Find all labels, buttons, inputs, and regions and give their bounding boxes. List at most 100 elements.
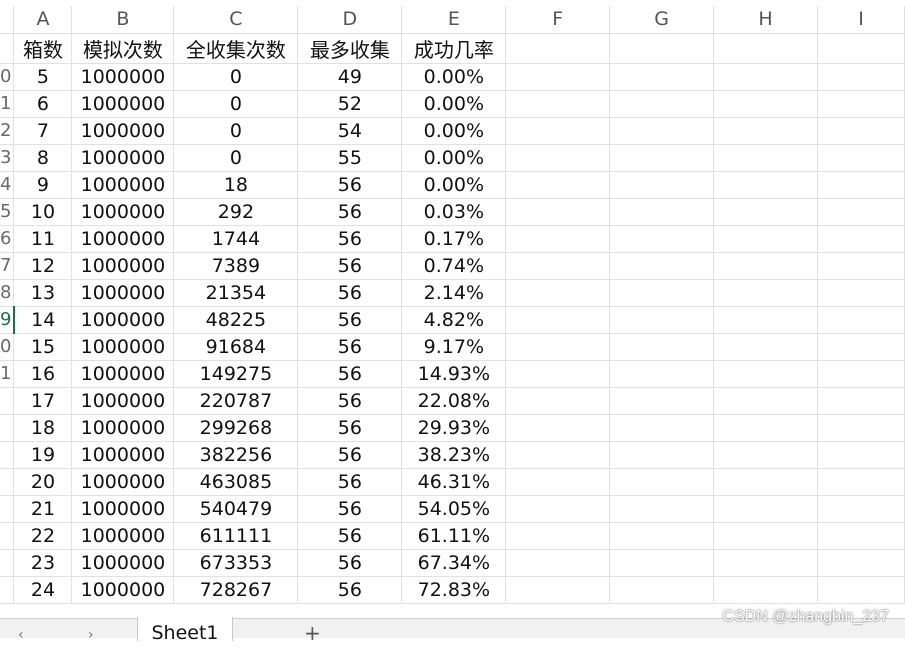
empty-cell[interactable] — [609, 360, 715, 388]
column-header-g[interactable]: G — [609, 6, 715, 34]
empty-cell[interactable] — [609, 225, 715, 253]
row-header[interactable]: 0 — [0, 333, 15, 361]
data-cell[interactable]: 13 — [13, 279, 73, 307]
data-cell[interactable]: 1000000 — [71, 522, 175, 550]
empty-cell[interactable] — [505, 387, 611, 415]
data-cell[interactable]: 67.34% — [401, 549, 507, 577]
empty-cell[interactable] — [817, 495, 905, 523]
column-header-f[interactable]: F — [505, 6, 611, 34]
row-header[interactable]: 9 — [0, 306, 15, 334]
data-cell[interactable]: 18 — [13, 414, 73, 442]
data-cell[interactable]: 0 — [173, 90, 299, 118]
empty-cell[interactable] — [817, 360, 905, 388]
data-cell[interactable]: 540479 — [173, 495, 299, 523]
empty-cell[interactable] — [505, 279, 611, 307]
data-cell[interactable]: 1000000 — [71, 198, 175, 226]
data-cell[interactable]: 15 — [13, 333, 73, 361]
column-header-h[interactable]: H — [713, 6, 818, 34]
row-header[interactable]: 0 — [0, 63, 15, 91]
data-cell[interactable]: 8 — [13, 144, 73, 172]
data-cell[interactable]: 9.17% — [401, 333, 507, 361]
empty-cell[interactable] — [713, 360, 818, 388]
empty-cell[interactable] — [609, 333, 715, 361]
empty-cell[interactable] — [817, 279, 905, 307]
sheet-tab-sheet1[interactable]: Sheet1 — [137, 617, 233, 644]
data-cell[interactable]: 1000000 — [71, 117, 175, 145]
data-cell[interactable]: 38.23% — [401, 441, 507, 469]
cell-table[interactable]: A B C D E F G H I 箱数 模拟次数 全收集次数 最多收集 成功几率 0 5 1… — [0, 6, 905, 604]
empty-cell[interactable] — [505, 90, 611, 118]
row-header[interactable]: 3 — [0, 144, 15, 172]
empty-cell[interactable] — [713, 117, 818, 145]
empty-cell[interactable] — [713, 495, 818, 523]
empty-cell[interactable] — [713, 171, 818, 199]
empty-cell[interactable] — [609, 198, 715, 226]
data-cell[interactable]: 24 — [13, 576, 73, 604]
data-cell[interactable]: 56 — [297, 225, 403, 253]
empty-cell[interactable] — [505, 576, 611, 604]
data-cell[interactable]: 19 — [13, 441, 73, 469]
data-cell[interactable]: 52 — [297, 90, 403, 118]
data-cell[interactable]: 56 — [297, 333, 403, 361]
empty-cell[interactable] — [505, 225, 611, 253]
column-header-c[interactable]: C — [173, 6, 299, 34]
empty-cell[interactable] — [505, 117, 611, 145]
data-cell[interactable]: 0.00% — [401, 117, 507, 145]
data-cell[interactable]: 48225 — [173, 306, 299, 334]
data-cell[interactable]: 56 — [297, 576, 403, 604]
empty-cell[interactable] — [817, 441, 905, 469]
empty-cell[interactable] — [713, 63, 818, 91]
data-cell[interactable]: 7389 — [173, 252, 299, 280]
column-header-a[interactable]: A — [13, 6, 73, 34]
empty-cell[interactable] — [609, 414, 715, 442]
data-cell[interactable]: 0.74% — [401, 252, 507, 280]
empty-cell[interactable] — [817, 306, 905, 334]
row-header[interactable]: 8 — [0, 279, 15, 307]
data-cell[interactable]: 1000000 — [71, 495, 175, 523]
data-cell[interactable]: 46.31% — [401, 468, 507, 496]
empty-cell[interactable] — [505, 495, 611, 523]
data-cell[interactable]: 1000000 — [71, 306, 175, 334]
empty-cell[interactable] — [505, 144, 611, 172]
row-header[interactable]: 7 — [0, 252, 15, 280]
empty-cell[interactable] — [713, 549, 818, 577]
data-cell[interactable]: 0 — [173, 63, 299, 91]
empty-cell[interactable] — [817, 144, 905, 172]
data-cell[interactable]: 0.00% — [401, 90, 507, 118]
data-cell[interactable]: 54.05% — [401, 495, 507, 523]
data-cell[interactable]: 1000000 — [71, 333, 175, 361]
row-header[interactable]: 5 — [0, 198, 15, 226]
data-cell[interactable]: 220787 — [173, 387, 299, 415]
data-cell[interactable]: 56 — [297, 360, 403, 388]
empty-cell[interactable] — [817, 468, 905, 496]
empty-cell[interactable] — [609, 468, 715, 496]
data-cell[interactable]: 1744 — [173, 225, 299, 253]
data-cell[interactable]: 61.11% — [401, 522, 507, 550]
data-cell[interactable]: 56 — [297, 549, 403, 577]
data-cell[interactable]: 1000000 — [71, 279, 175, 307]
empty-cell[interactable] — [609, 441, 715, 469]
empty-cell[interactable] — [713, 576, 818, 604]
header-cell[interactable]: 模拟次数 — [71, 33, 175, 64]
data-cell[interactable]: 72.83% — [401, 576, 507, 604]
empty-cell[interactable] — [505, 171, 611, 199]
data-cell[interactable]: 1000000 — [71, 171, 175, 199]
data-cell[interactable]: 5 — [13, 63, 73, 91]
header-cell[interactable]: 成功几率 — [401, 33, 507, 64]
empty-cell[interactable] — [817, 387, 905, 415]
data-cell[interactable]: 1000000 — [71, 441, 175, 469]
empty-cell[interactable] — [609, 33, 715, 64]
data-cell[interactable]: 673353 — [173, 549, 299, 577]
empty-cell[interactable] — [609, 549, 715, 577]
empty-cell[interactable] — [817, 252, 905, 280]
empty-cell[interactable] — [505, 360, 611, 388]
data-cell[interactable]: 56 — [297, 252, 403, 280]
empty-cell[interactable] — [713, 306, 818, 334]
sheet-nav-arrows[interactable]: ‹ › — [18, 627, 124, 643]
empty-cell[interactable] — [609, 522, 715, 550]
empty-cell[interactable] — [817, 549, 905, 577]
data-cell[interactable]: 20 — [13, 468, 73, 496]
data-cell[interactable]: 1000000 — [71, 414, 175, 442]
data-cell[interactable]: 4.82% — [401, 306, 507, 334]
empty-cell[interactable] — [609, 306, 715, 334]
